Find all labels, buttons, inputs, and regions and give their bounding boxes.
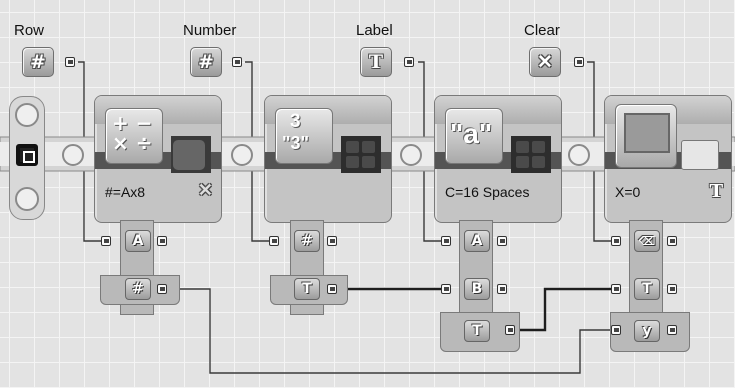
output-plug[interactable]	[232, 57, 242, 67]
math-block[interactable]: + − × ÷ #=Ax8 ✕	[94, 95, 222, 223]
display-block[interactable]: X=0 T	[604, 95, 732, 223]
text-icon: "a"	[445, 108, 503, 164]
puzzle-icon	[173, 140, 205, 170]
output-plug[interactable]	[505, 325, 515, 335]
text-icon[interactable]: T	[294, 278, 320, 300]
output-plug[interactable]	[157, 236, 167, 246]
input-plug[interactable]	[611, 284, 621, 294]
number-icon[interactable]: #	[22, 47, 54, 77]
output-plug[interactable]	[327, 284, 337, 294]
input-label-clear: Clear	[524, 22, 560, 39]
block-caption: C=16 Spaces	[445, 184, 530, 200]
output-plug[interactable]	[497, 284, 507, 294]
sequence-ring	[400, 144, 422, 166]
output-plug[interactable]	[497, 236, 507, 246]
input-plug[interactable]	[269, 236, 279, 246]
sequence-ring	[15, 103, 39, 127]
output-plug[interactable]	[157, 284, 167, 294]
program-canvas[interactable]: Row # Number # Label T Clear ✕ + − × ÷ #…	[0, 0, 735, 388]
number-icon[interactable]: #	[190, 47, 222, 77]
start-icon[interactable]	[16, 144, 38, 166]
sequence-ring	[62, 144, 84, 166]
input-plug[interactable]	[441, 284, 451, 294]
output-plug[interactable]	[667, 325, 677, 335]
sequence-ring	[15, 187, 39, 211]
text-icon[interactable]: T	[634, 278, 660, 300]
port-a[interactable]: A	[464, 230, 490, 252]
math-icon: + − × ÷	[105, 108, 163, 164]
number-icon[interactable]: #	[125, 278, 151, 300]
text-icon: T	[709, 181, 723, 202]
sequence-ring	[568, 144, 590, 166]
input-label-number: Number	[183, 22, 237, 39]
clear-icon[interactable]: ✕	[529, 47, 561, 77]
close-icon[interactable]: ✕	[198, 180, 213, 201]
text-icon[interactable]: T	[360, 47, 392, 77]
output-plug[interactable]	[574, 57, 584, 67]
display-icon	[615, 104, 677, 168]
input-plug[interactable]	[441, 236, 451, 246]
input-plug[interactable]	[101, 236, 111, 246]
sequence-ring	[231, 144, 253, 166]
output-plug[interactable]	[667, 284, 677, 294]
output-plug[interactable]	[327, 236, 337, 246]
number-to-text-block[interactable]: 3 "3"	[264, 95, 392, 223]
port-a[interactable]: A	[125, 230, 151, 252]
input-plug[interactable]	[611, 325, 621, 335]
port-y[interactable]: y	[634, 320, 660, 342]
number-icon[interactable]: #	[294, 230, 320, 252]
input-plug[interactable]	[611, 236, 621, 246]
output-plug[interactable]	[65, 57, 75, 67]
text-icon[interactable]: T	[464, 320, 490, 342]
port-b[interactable]: B	[464, 278, 490, 300]
input-label-row: Row	[14, 22, 45, 39]
text-block[interactable]: "a" C=16 Spaces	[434, 95, 562, 223]
number-to-text-icon: 3 "3"	[275, 108, 333, 164]
output-plug[interactable]	[667, 236, 677, 246]
output-plug[interactable]	[404, 57, 414, 67]
upload-icon	[681, 140, 719, 170]
eraser-icon[interactable]: ⌫	[634, 230, 660, 252]
input-label-label: Label	[356, 22, 393, 39]
